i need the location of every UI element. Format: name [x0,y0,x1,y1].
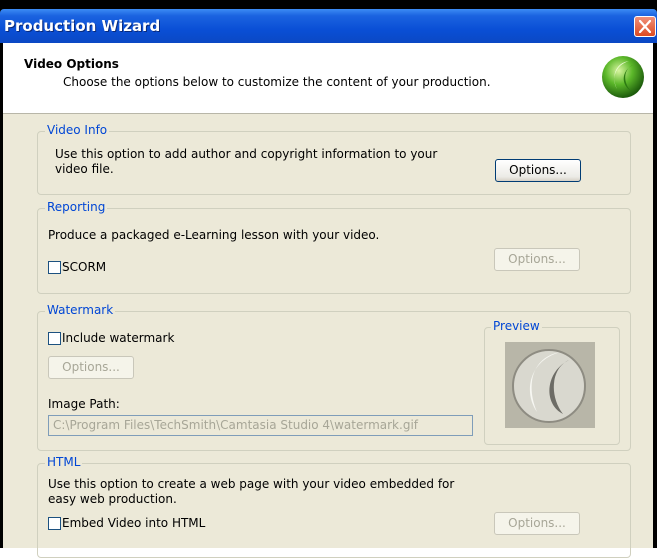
embed-video-label[interactable]: Embed Video into HTML [62,516,205,530]
watermark-group: Watermark Include watermark Options... I… [37,303,631,451]
video-info-description-line2: video file. [55,162,114,176]
title-bar[interactable]: Production Wizard [0,9,657,43]
preview-legend: Preview [491,319,542,333]
window-title: Production Wizard [4,17,161,35]
wizard-header: Video Options Choose the options below t… [3,43,653,114]
html-description-line2: easy web production. [48,492,177,506]
close-icon [639,20,651,33]
image-path-label: Image Path: [48,397,120,411]
camtasia-logo-icon [602,56,644,98]
html-description-line1: Use this option to create a web page wit… [48,477,455,491]
video-info-legend: Video Info [45,123,110,137]
reporting-options-button[interactable]: Options... [494,248,580,271]
embed-video-checkbox[interactable] [48,517,61,530]
reporting-description: Produce a packaged e-Learning lesson wit… [48,228,380,242]
html-group: HTML Use this option to create a web pag… [37,455,631,558]
html-legend: HTML [45,455,83,469]
dialog-client-area: Video Options Choose the options below t… [3,43,653,558]
video-info-options-button[interactable]: Options... [495,159,581,182]
page-subtitle: Choose the options below to customize th… [63,75,491,89]
image-path-field[interactable]: C:\Program Files\TechSmith\Camtasia Stud… [48,415,473,436]
preview-group: Preview [484,319,620,445]
watermark-options-button[interactable]: Options... [48,356,134,379]
watermark-legend: Watermark [45,303,116,317]
video-info-description-line1: Use this option to add author and copyri… [55,147,438,161]
scorm-label[interactable]: SCORM [62,260,106,274]
reporting-legend: Reporting [45,200,108,214]
html-options-button[interactable]: Options... [494,512,580,535]
close-button[interactable] [634,16,656,37]
page-title: Video Options [24,57,119,71]
include-watermark-label[interactable]: Include watermark [62,331,174,345]
include-watermark-checkbox[interactable] [48,332,61,345]
watermark-preview-image [505,342,595,428]
video-info-group: Video Info Use this option to add author… [37,123,631,195]
scorm-checkbox[interactable] [48,261,61,274]
reporting-group: Reporting Produce a packaged e-Learning … [37,200,631,294]
